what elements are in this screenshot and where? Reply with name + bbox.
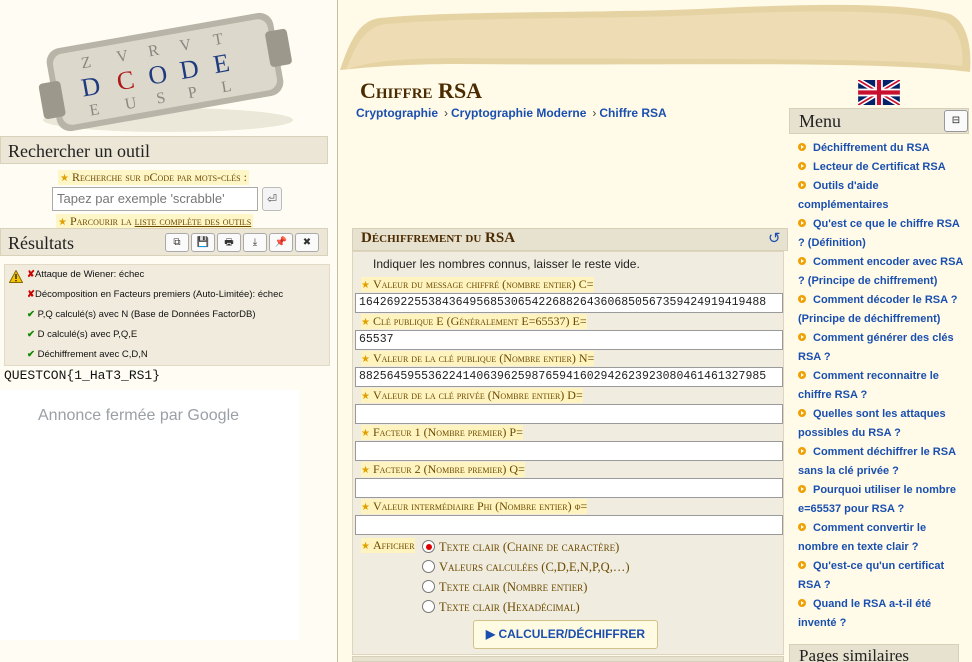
decrypt-section-title: Déchiffrement du RSA: [352, 228, 788, 251]
instructions-text: Indiquer les nombres connus, laisser le …: [373, 257, 640, 271]
factor-q-input[interactable]: [355, 478, 783, 498]
search-submit-button[interactable]: ⏎: [262, 187, 282, 211]
menu-item[interactable]: Comment convertir le nombre en texte cla…: [798, 519, 966, 557]
phi-input[interactable]: [355, 515, 783, 535]
menu-item[interactable]: Outils d'aide complémentaires: [798, 177, 966, 215]
menu-item[interactable]: Comment déchiffrer le RSA sans la clé pr…: [798, 443, 966, 481]
search-keywords-label: ★ Recherche sur dCode par mots-clés :: [58, 170, 249, 185]
menu-title: Menu: [789, 108, 969, 134]
display-option-hex[interactable]: Texte clair (Hexadécimal): [422, 600, 580, 615]
dcode-logo[interactable]: DCODE ZVRVT EUSPL: [28, 2, 300, 136]
arrow-icon: [798, 371, 806, 379]
download-button[interactable]: ⤓: [243, 233, 267, 252]
search-tool-title: Rechercher un outil: [0, 136, 328, 164]
result-line: ✔ P,Q calculé(s) avec N (Base de Données…: [27, 309, 256, 320]
result-line: ✔ D calculé(s) avec P,Q,E: [27, 329, 138, 340]
menu-item[interactable]: Quelles sont les attaques possibles du R…: [798, 405, 966, 443]
arrow-icon: [798, 523, 806, 531]
save-button[interactable]: 💾: [191, 233, 215, 252]
menu-item[interactable]: Comment encoder avec RSA ? (Principe de …: [798, 253, 966, 291]
arrow-icon: [798, 257, 806, 265]
menu-item[interactable]: Pourquoi utiliser le nombre e=65537 pour…: [798, 481, 966, 519]
arrow-icon: [798, 143, 806, 151]
radio[interactable]: [422, 600, 435, 613]
ad-placeholder: Annonce fermée par Google: [0, 390, 299, 640]
star-icon: ★: [58, 217, 67, 228]
display-label: ★ Afficher: [361, 538, 415, 553]
display-option-integer[interactable]: Texte clair (Nombre entier): [422, 580, 587, 595]
modulus-n-input[interactable]: 8825645955362241406396259876594160294262…: [355, 367, 783, 387]
field-label-p: ★ Facteur 1 (Nombre premier) P=: [361, 425, 523, 440]
breadcrumb-chiffre-rsa[interactable]: Chiffre RSA: [599, 106, 666, 120]
arrow-icon: [798, 219, 806, 227]
english-flag-icon[interactable]: [858, 80, 900, 105]
browse-tools-link[interactable]: liste complète des outils: [135, 214, 252, 228]
pin-button[interactable]: 📌: [269, 233, 293, 252]
arrow-icon: [798, 162, 806, 170]
results-panel: ✘Attaque de Wiener: échec ✘Décomposition…: [4, 264, 330, 366]
arrow-icon: [798, 181, 806, 189]
arrow-icon: [798, 409, 806, 417]
warning-icon: [9, 270, 23, 283]
breadcrumb-cryptographie[interactable]: Cryptographie: [356, 106, 438, 120]
menu-item[interactable]: Comment reconnaitre le chiffre RSA ?: [798, 367, 966, 405]
public-exponent-e-input[interactable]: 65537: [355, 330, 783, 350]
menu-item[interactable]: Quand le RSA a-t-il été inventé ?: [798, 595, 966, 633]
decrypted-output[interactable]: QUESTCON{1_HaT3_RS1}: [4, 368, 160, 383]
arrow-icon: [798, 295, 806, 303]
star-icon: ★: [361, 280, 370, 291]
star-icon: ★: [361, 502, 370, 513]
page-title: Chiffre RSA: [360, 78, 483, 103]
similar-pages-title: Pages similaires: [789, 644, 959, 662]
private-key-d-input[interactable]: [355, 404, 783, 424]
menu-item[interactable]: Comment décoder le RSA ? (Principe de dé…: [798, 291, 966, 329]
star-icon: ★: [60, 173, 69, 184]
star-icon: ★: [361, 317, 370, 328]
result-line: ✘Attaque de Wiener: échec: [27, 269, 145, 280]
star-icon: ★: [361, 541, 370, 552]
menu-item[interactable]: Qu'est ce que le chiffre RSA ? (Définiti…: [798, 215, 966, 253]
menu-item[interactable]: Qu'est-ce qu'un certificat RSA ?: [798, 557, 966, 595]
menu-item[interactable]: Comment générer des clés RSA ?: [798, 329, 966, 367]
field-label-c: ★ Valeur du message chiffré (nombre entie…: [361, 277, 594, 292]
arrow-icon: [798, 599, 806, 607]
clear-button[interactable]: ✖: [295, 233, 319, 252]
search-input[interactable]: Tapez par exemple 'scrabble': [52, 187, 258, 211]
star-icon: ★: [361, 465, 370, 476]
field-label-e: ★ Clé publique E (Généralement E=65537) E…: [361, 314, 587, 329]
factor-p-input[interactable]: [355, 441, 783, 461]
arrow-icon: [798, 447, 806, 455]
radio-selected[interactable]: [422, 540, 435, 553]
ciphertext-c-input[interactable]: 1642692255384364956853065422688264360685…: [355, 293, 783, 313]
result-line: ✔ Déchiffrement avec C,D,N: [27, 349, 148, 360]
field-label-q: ★ Facteur 2 (Nombre premier) Q=: [361, 462, 525, 477]
radio[interactable]: [422, 560, 435, 573]
arrow-icon: [798, 333, 806, 341]
star-icon: ★: [361, 391, 370, 402]
arrow-icon: [798, 485, 806, 493]
menu-item[interactable]: Déchiffrement du RSA: [798, 139, 966, 158]
star-icon: ★: [361, 428, 370, 439]
radio[interactable]: [422, 580, 435, 593]
display-option-text[interactable]: Texte clair (Chaine de caractère): [422, 540, 619, 555]
copy-button[interactable]: ⧉: [165, 233, 189, 252]
display-option-values[interactable]: Valeurs calculées (C,D,E,N,P,Q,…): [422, 560, 629, 575]
result-line: ✘Décomposition en Facteurs premiers (Aut…: [27, 289, 284, 300]
ad-closed-text: Annonce fermée par Google: [38, 407, 240, 424]
breadcrumb: Cryptographie › Cryptographie Moderne › Chif…: [356, 106, 667, 120]
star-icon: ★: [361, 354, 370, 365]
panel-footer: [352, 656, 784, 662]
field-label-phi: ★ Valeur intermédiaire Phi (Nombre entier…: [361, 499, 588, 514]
menu-collapse-button[interactable]: ⊟: [944, 110, 968, 132]
calculate-decrypt-button[interactable]: ▶ CALCULER/DÉCHIFFRER: [473, 620, 658, 649]
breadcrumb-cryptographie-moderne[interactable]: Cryptographie Moderne: [451, 106, 586, 120]
left-sidebar: DCODE ZVRVT EUSPL Rechercher un outil ★ R…: [0, 0, 338, 662]
print-button[interactable]: 🖶: [217, 233, 241, 252]
field-label-d: ★ Valeur de la clé privée (Nombre entier)…: [361, 388, 583, 403]
field-label-n: ★ Valeur de la clé publique (Nombre entie…: [361, 351, 595, 366]
reset-icon[interactable]: ↺: [768, 229, 781, 247]
menu-item[interactable]: Lecteur de Certificat RSA: [798, 158, 966, 177]
arrow-icon: [798, 561, 806, 569]
browse-tools-line: ★ Parcourir la liste complète des outils: [56, 214, 254, 229]
